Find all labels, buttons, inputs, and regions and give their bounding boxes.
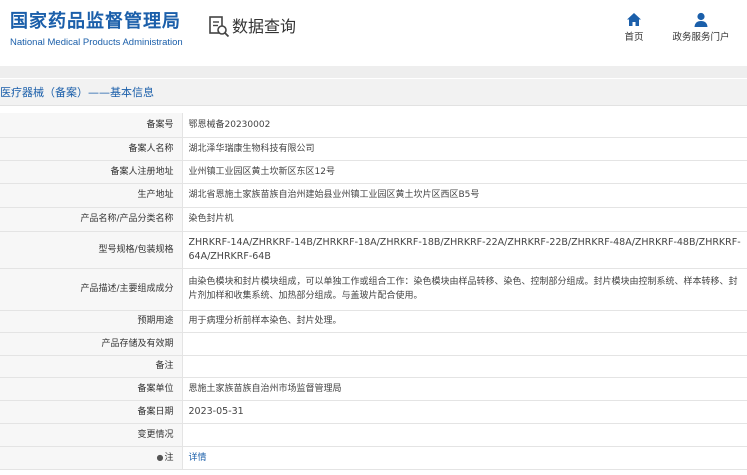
- field-value: ZHRKRF-14A/ZHRKRF-14B/ZHRKRF-18A/ZHRKRF-…: [182, 231, 747, 269]
- table-row: 备案人名称 湖北泽华瑞康生物科技有限公司: [0, 137, 747, 161]
- section-bar: 医疗器械（备案）——基本信息: [0, 79, 747, 106]
- field-value: 恩施土家族苗族自治州市场监督管理局: [182, 377, 747, 401]
- table-row: 备案号 鄂恩械备20230002: [0, 113, 747, 138]
- field-label: 备案人名称: [0, 137, 183, 161]
- field-label: 备注: [0, 355, 183, 378]
- table-row: 生产地址 湖北省恩施土家族苗族自治州建始县业州镇工业园区黄土坎片区西区B5号: [0, 183, 747, 208]
- field-value: [182, 355, 747, 378]
- note-label: 注: [164, 452, 174, 463]
- table-row: 产品描述/主要组成成分 由染色模块和封片模块组成，可以单独工作或组合工作：染色模…: [0, 268, 747, 311]
- document-search-icon: [208, 15, 230, 39]
- field-label: 型号规格/包装规格: [0, 231, 183, 269]
- table-row: ●注 详情: [0, 446, 747, 470]
- nav-home[interactable]: 首页: [619, 11, 649, 44]
- field-label: 产品名称/产品分类名称: [0, 207, 183, 232]
- field-label: 生产地址: [0, 183, 183, 208]
- section-title: 医疗器械（备案）——基本信息: [0, 86, 154, 99]
- field-value: 鄂恩械备20230002: [182, 113, 747, 138]
- field-label: 预期用途: [0, 310, 183, 333]
- table-row: 型号规格/包装规格 ZHRKRF-14A/ZHRKRF-14B/ZHRKRF-1…: [0, 231, 747, 269]
- data-query-link[interactable]: 数据查询: [208, 15, 296, 39]
- field-label: 备案号: [0, 113, 183, 138]
- field-value: 2023-05-31: [182, 400, 747, 424]
- field-label-note: ●注: [0, 446, 183, 470]
- nav-service-label: 政务服务门户: [672, 32, 730, 43]
- field-label: 产品存储及有效期: [0, 332, 183, 356]
- field-label: 备案单位: [0, 377, 183, 401]
- table-row: 变更情况: [0, 423, 747, 447]
- brand-name-en: National Medical Products Administration: [10, 37, 183, 48]
- details-link[interactable]: 详情: [189, 453, 207, 463]
- header-divider: [0, 66, 747, 78]
- table-row: 备注: [0, 355, 747, 378]
- field-value: [182, 423, 747, 447]
- user-icon: [694, 12, 708, 27]
- field-label: 变更情况: [0, 423, 183, 447]
- nav-home-label: 首页: [624, 32, 644, 43]
- field-label: 备案日期: [0, 400, 183, 424]
- data-query-label: 数据查询: [232, 17, 297, 36]
- detail-table: 备案号 鄂恩械备20230002 备案人名称 湖北泽华瑞康生物科技有限公司 备案…: [0, 113, 747, 470]
- home-icon: [627, 13, 641, 26]
- nav-service-portal[interactable]: 政务服务门户: [668, 11, 734, 44]
- field-value: 由染色模块和封片模块组成，可以单独工作或组合工作：染色模块由样品转移、染色、控制…: [182, 268, 747, 311]
- field-value: 业州镇工业园区黄土坎新区东区12号: [182, 160, 747, 184]
- field-value: 详情: [182, 446, 747, 470]
- field-label: 产品描述/主要组成成分: [0, 268, 183, 311]
- site-logo[interactable]: 国家药品监督管理局 National Medical Products Admi…: [10, 11, 183, 50]
- table-row: 备案日期 2023-05-31: [0, 400, 747, 424]
- field-value: 用于病理分析前样本染色、封片处理。: [182, 310, 747, 333]
- table-row: 产品存储及有效期: [0, 332, 747, 356]
- field-value: 湖北泽华瑞康生物科技有限公司: [182, 137, 747, 161]
- field-value: 湖北省恩施土家族苗族自治州建始县业州镇工业园区黄土坎片区西区B5号: [182, 183, 747, 208]
- field-value: [182, 332, 747, 356]
- brand-name-cn: 国家药品监督管理局: [10, 11, 181, 32]
- field-value: 染色封片机: [182, 207, 747, 232]
- table-row: 产品名称/产品分类名称 染色封片机: [0, 207, 747, 232]
- table-row: 备案人注册地址 业州镇工业园区黄土坎新区东区12号: [0, 160, 747, 184]
- info-icon: ●: [156, 452, 164, 462]
- field-label: 备案人注册地址: [0, 160, 183, 184]
- table-row: 备案单位 恩施土家族苗族自治州市场监督管理局: [0, 377, 747, 401]
- site-header: 国家药品监督管理局 National Medical Products Admi…: [0, 0, 747, 62]
- table-row: 预期用途 用于病理分析前样本染色、封片处理。: [0, 310, 747, 333]
